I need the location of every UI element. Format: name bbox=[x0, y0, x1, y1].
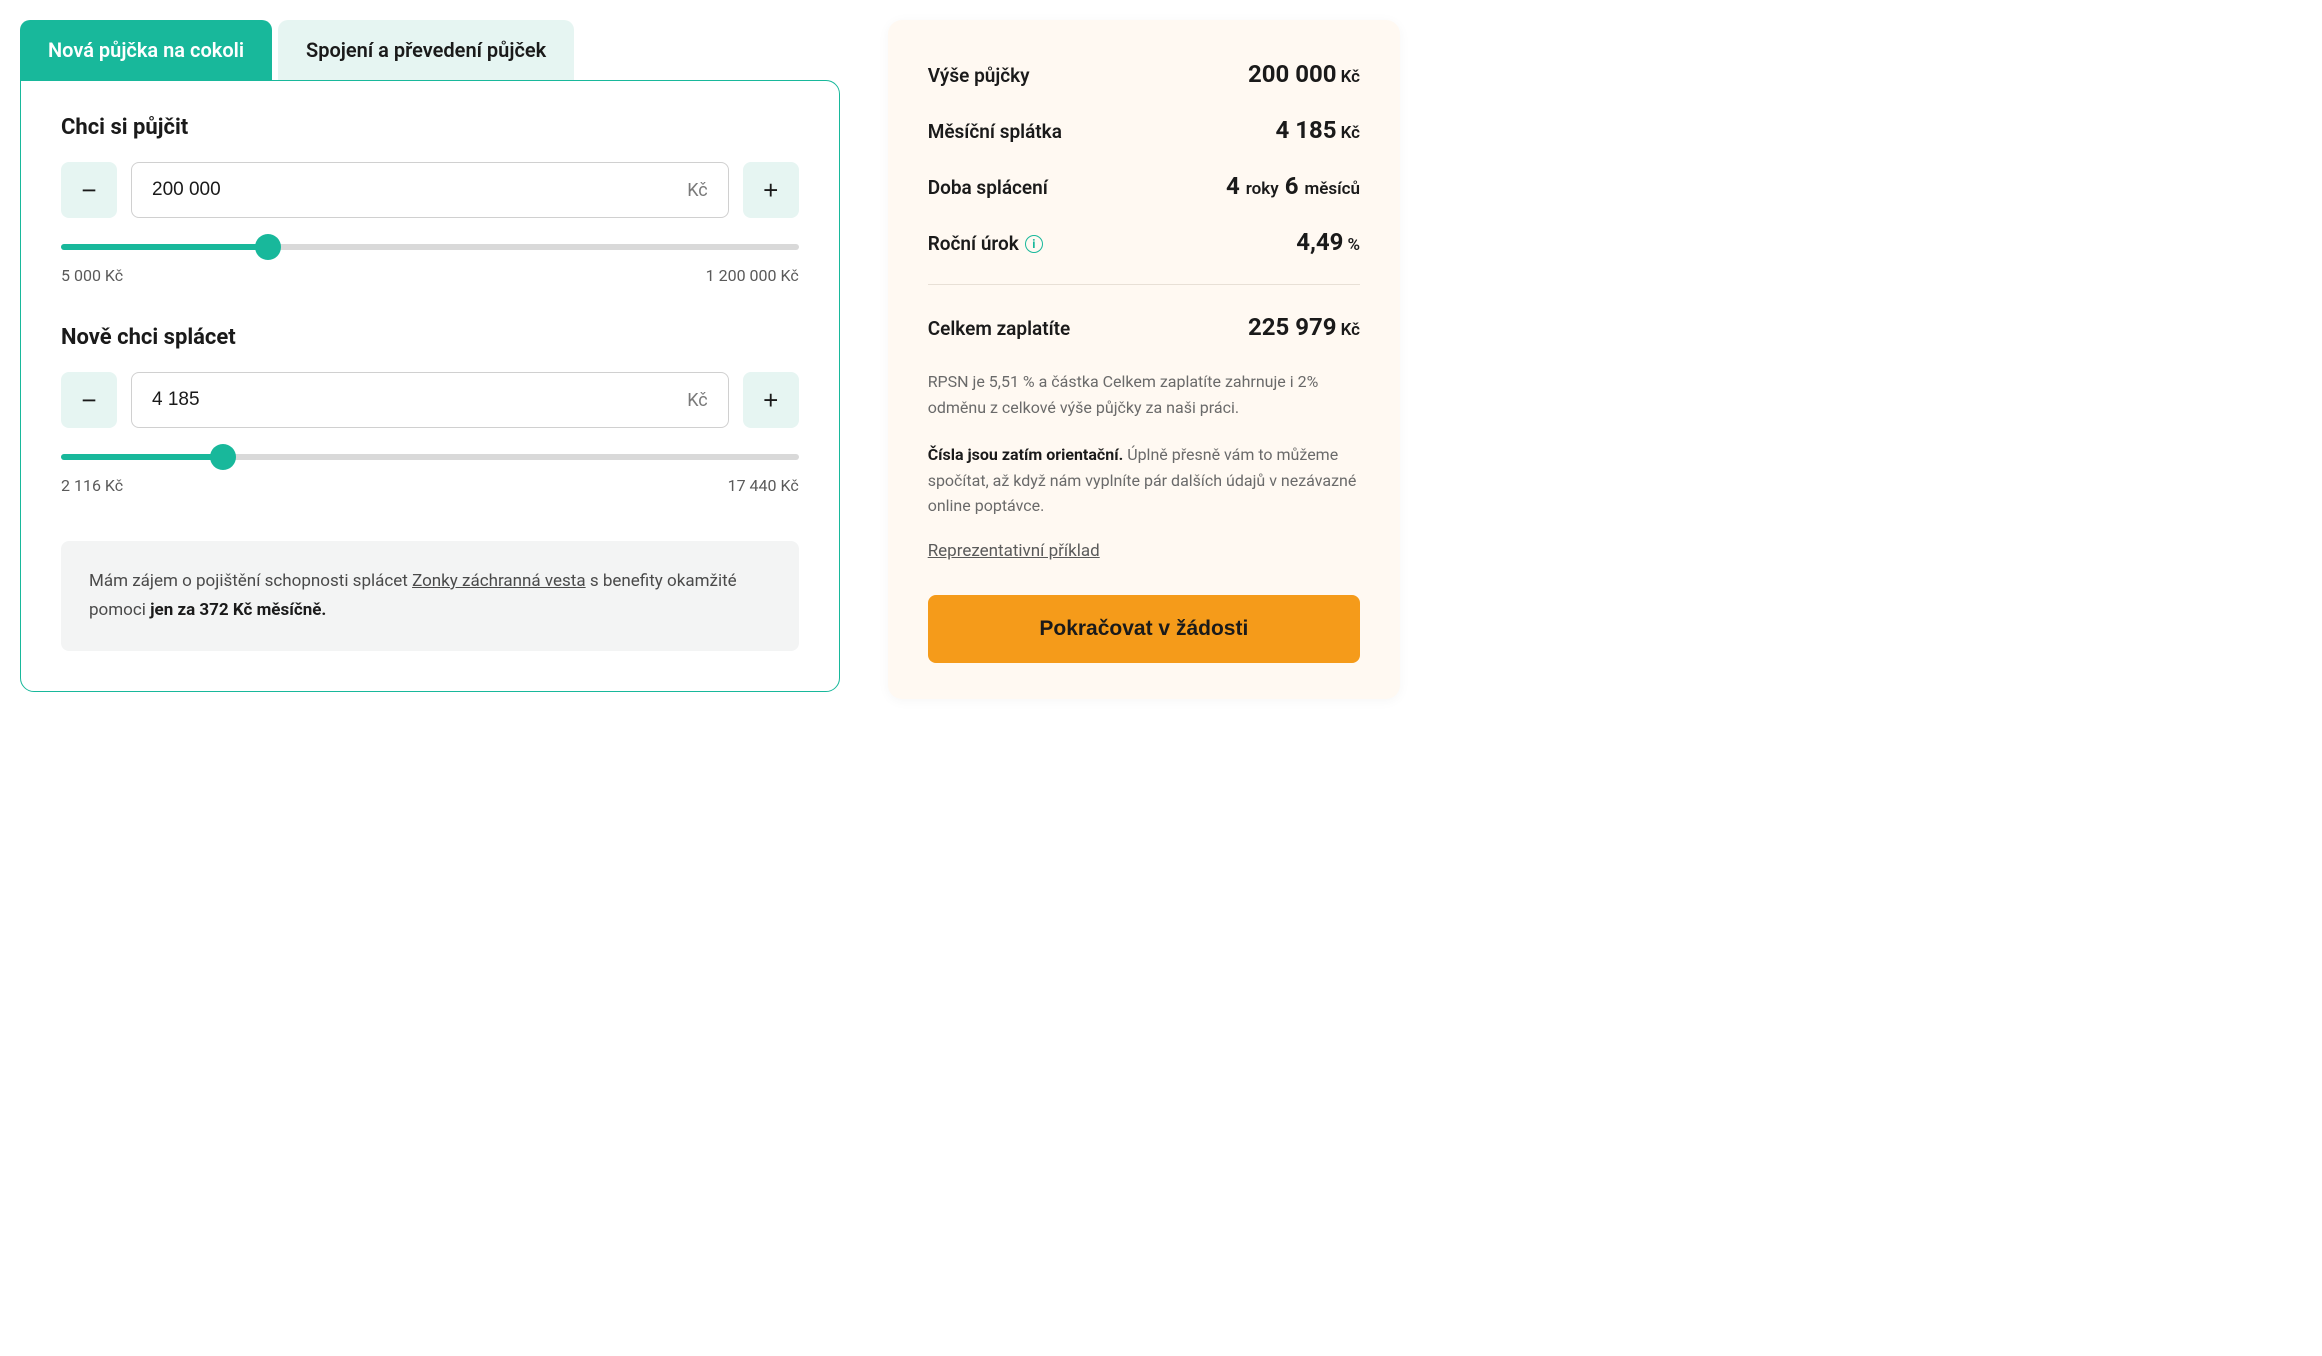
amount-minus-button[interactable]: − bbox=[61, 162, 117, 218]
continue-button[interactable]: Pokračovat v žádosti bbox=[928, 595, 1360, 663]
info-icon[interactable]: i bbox=[1025, 235, 1043, 253]
insurance-link[interactable]: Zonky záchranná vesta bbox=[412, 571, 586, 591]
payment-plus-button[interactable]: + bbox=[743, 372, 799, 428]
summary-total-label: Celkem zaplatíte bbox=[928, 317, 1071, 340]
summary-term-months: 6 bbox=[1285, 172, 1299, 200]
amount-unit: Kč bbox=[687, 180, 708, 201]
insurance-box: Mám zájem o pojištění schopnosti splácet… bbox=[61, 541, 799, 651]
payment-minus-button[interactable]: − bbox=[61, 372, 117, 428]
summary-loan-unit: Kč bbox=[1341, 67, 1360, 87]
amount-min-label: 5 000 Kč bbox=[61, 266, 123, 285]
summary-term-years: 4 bbox=[1226, 172, 1240, 200]
summary-total-value: 225 979 bbox=[1248, 313, 1337, 341]
tabs: Nová půjčka na cokoli Spojení a převeden… bbox=[20, 20, 840, 80]
summary-note-rpsn: RPSN je 5,51 % a částka Celkem zaplatíte… bbox=[928, 369, 1360, 420]
summary-term-months-unit: měsíců bbox=[1304, 179, 1360, 199]
payment-slider-thumb[interactable] bbox=[210, 444, 236, 470]
insurance-prefix: Mám zájem o pojištění schopnosti splácet bbox=[89, 571, 412, 591]
summary-monthly-label: Měsíční splátka bbox=[928, 120, 1062, 143]
payment-unit: Kč bbox=[687, 390, 708, 411]
summary-divider bbox=[928, 284, 1360, 285]
payment-input[interactable] bbox=[152, 389, 687, 411]
amount-plus-button[interactable]: + bbox=[743, 162, 799, 218]
summary-loan-label: Výše půjčky bbox=[928, 64, 1030, 87]
summary-total-unit: Kč bbox=[1341, 320, 1360, 340]
payment-slider[interactable]: 2 116 Kč 17 440 Kč bbox=[61, 454, 799, 495]
summary-rate-label: Roční úrok bbox=[928, 232, 1019, 255]
payment-slider-fill bbox=[61, 454, 223, 460]
payment-input-wrap[interactable]: Kč bbox=[131, 372, 729, 428]
summary-note-bold: Čísla jsou zatím orientační. bbox=[928, 445, 1124, 464]
payment-min-label: 2 116 Kč bbox=[61, 476, 123, 495]
insurance-bold: jen za 372 Kč měsíčně. bbox=[150, 600, 326, 620]
loan-calculator-card: Chci si půjčit − Kč + 5 000 Kč 1 200 000… bbox=[20, 80, 840, 692]
summary-note-orient: Čísla jsou zatím orientační. Úplně přesn… bbox=[928, 442, 1360, 519]
amount-input-wrap[interactable]: Kč bbox=[131, 162, 729, 218]
summary-rate-unit: % bbox=[1347, 235, 1360, 255]
summary-loan-value: 200 000 bbox=[1248, 60, 1337, 88]
amount-slider-fill bbox=[61, 244, 268, 250]
payment-title: Nově chci splácet bbox=[61, 325, 799, 350]
representative-example-link[interactable]: Reprezentativní příklad bbox=[928, 541, 1100, 561]
summary-card: Výše půjčky 200 000Kč Měsíční splátka 4 … bbox=[888, 20, 1400, 699]
amount-slider-thumb[interactable] bbox=[255, 234, 281, 260]
summary-term-label: Doba splácení bbox=[928, 176, 1048, 199]
summary-term-years-unit: roky bbox=[1246, 179, 1279, 199]
amount-title: Chci si půjčit bbox=[61, 115, 799, 140]
summary-monthly-value: 4 185 bbox=[1276, 116, 1337, 144]
tab-consolidation[interactable]: Spojení a převedení půjček bbox=[278, 20, 574, 80]
amount-max-label: 1 200 000 Kč bbox=[706, 266, 799, 285]
summary-monthly-unit: Kč bbox=[1341, 123, 1360, 143]
amount-input[interactable] bbox=[152, 179, 687, 201]
amount-slider[interactable]: 5 000 Kč 1 200 000 Kč bbox=[61, 244, 799, 285]
summary-rate-value: 4,49 bbox=[1296, 228, 1343, 256]
payment-max-label: 17 440 Kč bbox=[728, 476, 799, 495]
tab-new-loan[interactable]: Nová půjčka na cokoli bbox=[20, 20, 272, 80]
